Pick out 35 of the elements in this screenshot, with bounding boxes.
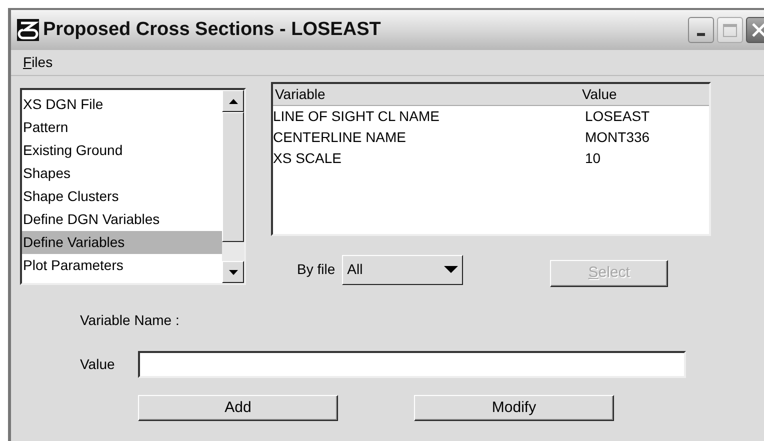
table-cell-text: MONT336 xyxy=(585,128,650,147)
down-arrow-icon xyxy=(228,270,238,274)
list-item[interactable]: Shapes xyxy=(22,162,222,185)
table-cell-text: XS SCALE xyxy=(273,149,342,168)
app-logo-icon xyxy=(17,19,39,41)
list-item[interactable]: Existing Ground xyxy=(22,139,222,162)
column-header[interactable]: Value xyxy=(582,84,617,105)
action-button[interactable]: Modify xyxy=(414,395,614,421)
table-cell-text: 10 xyxy=(585,149,601,168)
close-icon xyxy=(751,22,764,38)
value-field[interactable] xyxy=(138,351,686,378)
list-item[interactable]: Pattern xyxy=(22,116,222,139)
minimize-button[interactable] xyxy=(688,17,714,43)
scrollbar[interactable] xyxy=(222,90,244,283)
dropdown-arrow-icon xyxy=(444,266,458,273)
menu-item[interactable]: Files xyxy=(21,52,55,73)
window-title: Proposed Cross Sections - LOSEAST xyxy=(43,18,381,42)
scroll-thumb[interactable] xyxy=(222,112,244,242)
list-item[interactable]: XS DGN File xyxy=(22,93,222,116)
value-label: Value xyxy=(80,355,116,374)
list-item[interactable]: Define Variables xyxy=(22,231,222,254)
action-button[interactable]: Add xyxy=(138,395,338,421)
table-cell-text: LOSEAST xyxy=(585,107,650,126)
table-cell-text: CENTERLINE NAME xyxy=(273,128,408,147)
filter-label: By file xyxy=(297,260,336,279)
scroll-down-button[interactable] xyxy=(222,261,244,283)
column-header[interactable]: Variable xyxy=(273,84,582,105)
variable-name-label: Variable Name : xyxy=(80,312,180,328)
scroll-up-button[interactable] xyxy=(222,90,244,112)
list-item[interactable]: Define DGN Variables xyxy=(22,208,222,231)
up-arrow-icon xyxy=(228,98,238,104)
table-cell-text: LINE OF SIGHT CL NAME xyxy=(273,107,440,126)
file-dropdown[interactable]: All xyxy=(342,254,464,284)
list-item[interactable]: Plot Parameters xyxy=(22,254,222,277)
list-item[interactable]: Shape Clusters xyxy=(22,185,222,208)
